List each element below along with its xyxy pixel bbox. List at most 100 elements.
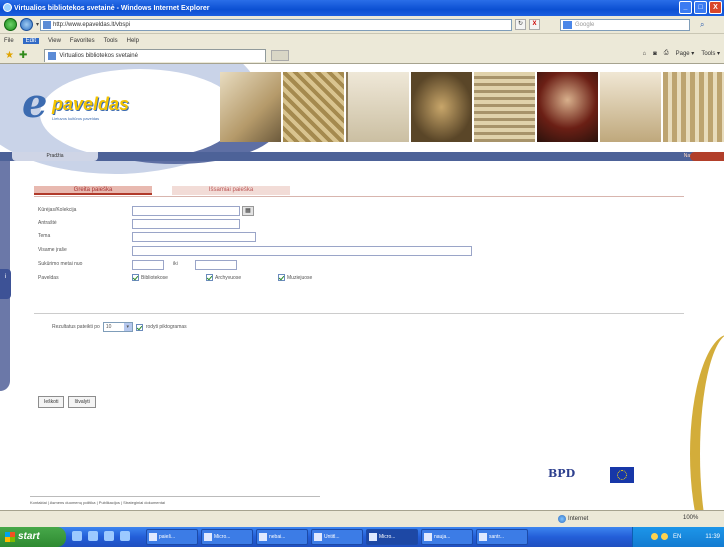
zoom-level[interactable]: 100%: [683, 515, 698, 521]
menu-bar: File Edit View Favorites Tools Help: [0, 34, 724, 47]
page-icon: [43, 21, 51, 29]
results-options: Rezultatus pateikti po 10 ▾ rodyti pikto…: [52, 322, 187, 332]
form-row-fulltext: Visame įraše: [38, 246, 678, 256]
refresh-button[interactable]: ↻: [515, 19, 526, 30]
address-input[interactable]: http://www.epaveldas.lt/vbspi: [40, 19, 512, 31]
fulltext-label: Visame įraše: [38, 247, 67, 253]
clock[interactable]: 11:39: [705, 534, 720, 540]
thumbnails-label: rodyti piktogramas: [145, 324, 187, 330]
tools-menu[interactable]: Tools ▾: [701, 50, 720, 57]
footer-divider: [30, 496, 320, 497]
tabs-bar: ★ ✚ Virtualios bibliotekos svetainė ⌂ ◙ …: [0, 47, 724, 64]
creator-label: Kūrėjas/Kolekcija: [38, 207, 77, 213]
address-url: http://www.epaveldas.lt/vbspi: [53, 22, 131, 28]
taskbar-item[interactable]: santr...: [476, 529, 528, 545]
tray-icon[interactable]: [651, 533, 658, 540]
add-favorite-icon[interactable]: ✚: [19, 50, 27, 61]
history-dropdown-icon[interactable]: ▾: [36, 21, 39, 28]
page-menu[interactable]: Page ▾: [676, 50, 695, 57]
tab-quick-search[interactable]: Greita paieška: [34, 186, 152, 195]
heritage-image: [411, 72, 472, 142]
start-button[interactable]: start: [0, 527, 66, 547]
menu-edit[interactable]: Edit: [22, 37, 40, 44]
window-title: Virtualios bibliotekos svetainė - Window…: [14, 4, 210, 12]
home-link[interactable]: Pradžia: [12, 152, 98, 161]
nav-accent: [690, 152, 724, 161]
security-zone[interactable]: Internet: [558, 515, 588, 523]
feeds-icon[interactable]: ◙: [653, 51, 657, 57]
logo-text: paveldas: [52, 94, 130, 114]
thumbnails-checkbox[interactable]: [135, 323, 143, 331]
maximize-button[interactable]: □: [694, 1, 707, 14]
year-from-input[interactable]: [132, 260, 164, 270]
forward-button[interactable]: [20, 18, 33, 31]
footer-links[interactable]: Kontaktai | Asmens duomenų politika | Pu…: [30, 500, 165, 505]
quick-launch: [72, 531, 130, 541]
quicklaunch-icon[interactable]: [88, 531, 98, 541]
archives-checkbox[interactable]: Archyvuose: [206, 274, 241, 281]
print-icon[interactable]: ⎙: [664, 50, 669, 57]
zone-label: Internet: [568, 516, 589, 522]
new-tab-button[interactable]: [271, 49, 290, 61]
window-titlebar[interactable]: Virtualios bibliotekos svetainė - Window…: [0, 0, 724, 16]
search-input[interactable]: Google: [560, 19, 690, 31]
year-from-label: Sukūrimo metai nuo: [38, 261, 83, 267]
quicklaunch-icon[interactable]: [104, 531, 114, 541]
form-buttons: Ieškoti Išvalyti: [38, 396, 96, 408]
lookup-icon[interactable]: ▦: [242, 206, 254, 216]
checkbox-checked-icon: [132, 274, 139, 281]
tab-advanced-search[interactable]: Išsamiai paieška: [172, 186, 290, 195]
taskbar-item[interactable]: nauja...: [421, 529, 473, 545]
globe-icon: [558, 515, 566, 523]
libraries-checkbox[interactable]: Bibliotekose: [132, 274, 168, 281]
subject-label: Tema: [38, 233, 51, 239]
logo-e-icon: e: [22, 80, 48, 127]
taskbar-item[interactable]: nebai...: [256, 529, 308, 545]
close-button[interactable]: X: [709, 1, 722, 14]
browser-tab[interactable]: Virtualios bibliotekos svetainė: [44, 48, 267, 62]
home-icon[interactable]: ⌂: [643, 51, 647, 57]
taskbar-item[interactable]: Untitl...: [311, 529, 363, 545]
subject-input[interactable]: [132, 232, 256, 242]
year-to-input[interactable]: [195, 260, 237, 270]
menu-file[interactable]: File: [4, 38, 14, 44]
windows-taskbar: start paieš... Micro... nebai... Untitl.…: [0, 527, 724, 547]
status-bar: Internet 100%: [0, 510, 724, 527]
search-icon[interactable]: ⌕: [700, 20, 704, 30]
taskbar-item[interactable]: Micro...: [201, 529, 253, 545]
menu-favorites[interactable]: Favorites: [70, 38, 95, 44]
quicklaunch-icon[interactable]: [120, 531, 130, 541]
back-button[interactable]: [4, 18, 17, 31]
checkbox-checked-icon: [278, 274, 285, 281]
title-label: Antraštė: [38, 220, 57, 226]
quicklaunch-icon[interactable]: [72, 531, 82, 541]
minimize-button[interactable]: _: [679, 1, 692, 14]
eu-flag-icon: [610, 467, 634, 483]
search-button[interactable]: Ieškoti: [38, 396, 65, 408]
tray-icon[interactable]: [661, 533, 668, 540]
results-per-page-select[interactable]: 10 ▾: [102, 322, 133, 332]
clear-button[interactable]: Išvalyti: [68, 396, 96, 408]
fulltext-input[interactable]: [132, 246, 472, 256]
title-input[interactable]: [132, 219, 240, 229]
site-header: e paveldas Lietuvos kultūros paveldas: [0, 64, 724, 174]
heritage-label: Paveldas: [38, 275, 59, 281]
creator-input[interactable]: [132, 206, 240, 216]
taskbar-item[interactable]: Micro...: [366, 529, 418, 545]
gold-decor-curve: [690, 334, 724, 530]
favorites-star-icon[interactable]: ★: [5, 50, 14, 61]
menu-tools[interactable]: Tools: [104, 38, 118, 44]
museums-label: Muziejuose: [287, 274, 313, 281]
heritage-image: [474, 72, 535, 142]
system-tray: EN 11:39: [632, 527, 724, 547]
stop-button[interactable]: X: [529, 19, 540, 30]
side-tab-label: i: [4, 274, 7, 280]
menu-help[interactable]: Help: [127, 38, 139, 44]
side-info-tab[interactable]: i: [0, 269, 11, 299]
menu-view[interactable]: View: [48, 38, 61, 44]
museums-checkbox[interactable]: Muziejuose: [278, 274, 312, 281]
taskbar-item[interactable]: paieš...: [146, 529, 198, 545]
tray-lang[interactable]: EN: [673, 527, 681, 547]
heritage-image: [283, 72, 344, 142]
site-logo[interactable]: e paveldas Lietuvos kultūros paveldas: [22, 84, 142, 124]
